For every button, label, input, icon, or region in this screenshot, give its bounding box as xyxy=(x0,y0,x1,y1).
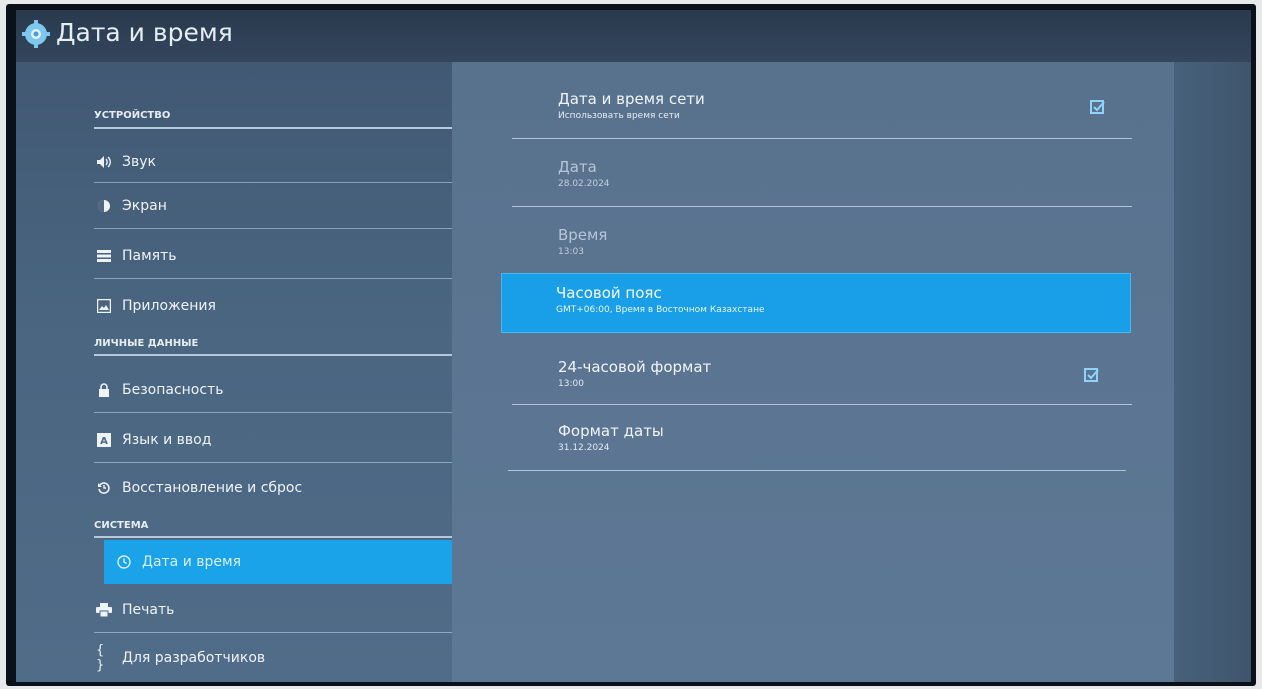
sidebar-item-storage[interactable]: Память xyxy=(94,236,454,276)
sidebar-item-date-time[interactable]: Дата и время xyxy=(104,540,456,584)
divider xyxy=(512,138,1132,139)
pref-date[interactable]: Дата 28.02.2024 xyxy=(504,146,1124,210)
lock-icon xyxy=(96,382,112,398)
network-time-checkbox[interactable] xyxy=(1090,100,1105,114)
sidebar-item-security[interactable]: Безопасность xyxy=(94,370,454,410)
divider xyxy=(94,182,454,183)
tv-frame: Дата и время УСТРОЙСТВО Звук Экран Памят… xyxy=(6,4,1256,686)
date-time-panel: Дата и время сети Использовать время сет… xyxy=(452,62,1174,682)
section-header-personal: ЛИЧНЫЕ ДАННЫЕ xyxy=(94,338,199,349)
pref-summary: 31.12.2024 xyxy=(558,443,610,453)
divider xyxy=(94,228,454,229)
section-header-device: УСТРОЙСТВО xyxy=(94,110,171,121)
divider xyxy=(94,412,454,413)
clock-icon xyxy=(116,554,132,570)
settings-nav: УСТРОЙСТВО Звук Экран Память Приложения … xyxy=(16,62,456,682)
sidebar-item-label: Память xyxy=(122,248,177,264)
braces-icon: { } xyxy=(96,643,105,673)
volume-icon xyxy=(96,154,112,170)
apps-icon xyxy=(96,298,112,314)
divider xyxy=(94,462,454,463)
sidebar-item-label: Восстановление и сброс xyxy=(122,480,303,496)
sidebar-item-label: Звук xyxy=(122,154,156,170)
keyboard-icon: A xyxy=(96,432,112,448)
printer-icon xyxy=(96,602,112,618)
pref-summary: 13:00 xyxy=(558,379,584,389)
pref-date-format[interactable]: Формат даты 31.12.2024 xyxy=(504,410,1124,474)
sidebar-item-apps[interactable]: Приложения xyxy=(94,286,454,326)
display-icon xyxy=(96,198,112,214)
title-bar: Дата и время xyxy=(16,10,1251,62)
svg-text:A: A xyxy=(100,436,108,447)
divider xyxy=(94,632,454,633)
sidebar-item-printing[interactable]: Печать xyxy=(94,590,454,630)
sidebar-item-developer-options[interactable]: { } Для разработчиков xyxy=(94,638,454,678)
pref-summary: 28.02.2024 xyxy=(558,179,610,189)
sidebar-item-label: Приложения xyxy=(122,298,216,314)
pref-title: Часовой пояс xyxy=(556,284,662,302)
sidebar-item-label: Для разработчиков xyxy=(122,650,266,666)
pref-summary: Использовать время сети xyxy=(558,111,680,121)
pref-time-zone[interactable]: Часовой пояс GMT+06:00, Время в Восточно… xyxy=(502,274,1130,332)
sidebar-item-display[interactable]: Экран xyxy=(94,186,454,226)
divider xyxy=(508,470,1126,471)
24-hour-format-checkbox[interactable] xyxy=(1084,368,1099,382)
pref-24-hour-format[interactable]: 24-часовой формат 13:00 xyxy=(504,346,1124,410)
divider xyxy=(94,278,454,279)
section-divider xyxy=(94,354,454,356)
restore-icon xyxy=(96,480,112,496)
section-divider xyxy=(94,127,454,129)
sidebar-item-sound[interactable]: Звук xyxy=(94,142,454,182)
sidebar-item-label: Дата и время xyxy=(142,554,241,570)
divider xyxy=(512,404,1132,405)
pref-title: Формат даты xyxy=(558,422,664,440)
sidebar-item-label: Безопасность xyxy=(122,382,224,398)
pref-title: 24-часовой формат xyxy=(558,358,712,376)
divider xyxy=(512,206,1132,207)
pref-title: Время xyxy=(558,226,608,244)
screen-edge xyxy=(1174,62,1251,682)
pref-title: Дата xyxy=(558,158,597,176)
sidebar-item-language[interactable]: A Язык и ввод xyxy=(94,420,454,460)
gear-icon[interactable] xyxy=(22,20,50,48)
pref-summary: GMT+06:00, Время в Восточном Казахстане xyxy=(556,305,765,315)
sidebar-item-label: Печать xyxy=(122,602,175,618)
pref-time[interactable]: Время 13:03 xyxy=(504,214,1124,278)
section-header-system: СИСТЕМА xyxy=(94,520,149,531)
storage-icon xyxy=(96,248,112,264)
pref-network-time[interactable]: Дата и время сети Использовать время сет… xyxy=(504,78,1124,142)
sidebar-item-label: Экран xyxy=(122,198,167,214)
sidebar-item-backup-reset[interactable]: Восстановление и сброс xyxy=(94,468,454,508)
settings-screen: Дата и время УСТРОЙСТВО Звук Экран Памят… xyxy=(16,10,1251,682)
pref-title: Дата и время сети xyxy=(558,90,705,108)
page-title: Дата и время xyxy=(56,18,233,47)
pref-summary: 13:03 xyxy=(558,247,584,257)
section-divider xyxy=(94,536,454,538)
sidebar-item-label: Язык и ввод xyxy=(122,432,212,448)
